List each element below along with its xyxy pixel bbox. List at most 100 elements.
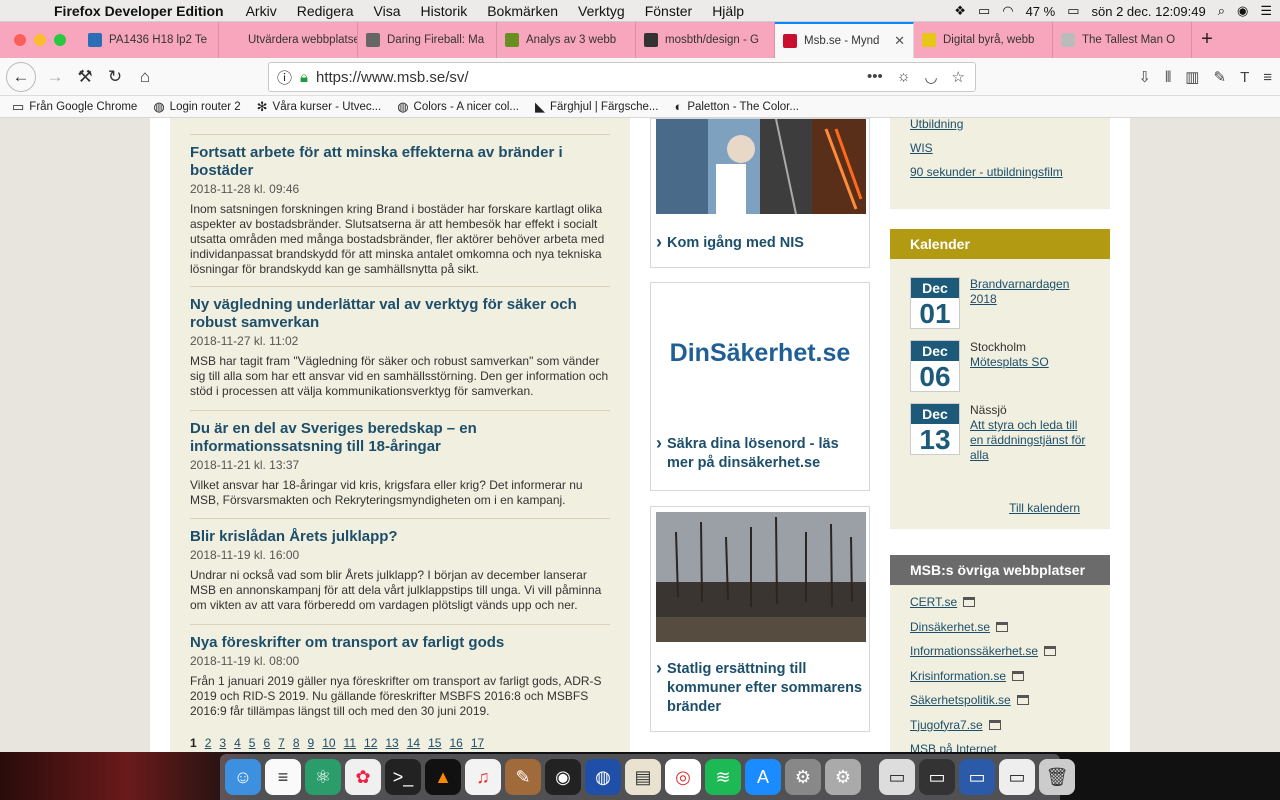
minimize-window-icon[interactable] — [34, 34, 46, 46]
url-bar[interactable]: ⓘ 🔒︎ https://www.msb.se/sv/ ••• ☼ ◡ ☆ — [268, 62, 976, 92]
page-link[interactable]: 6 — [263, 736, 270, 750]
screenshot-icon[interactable]: ✎ — [1213, 68, 1226, 86]
calendar-event-link[interactable]: Mötesplats SO — [970, 355, 1049, 369]
finder-icon[interactable]: ☺ — [225, 759, 261, 795]
window-thumb-4[interactable]: ▭ — [999, 759, 1035, 795]
browser-tab[interactable]: PA1436 H18 lp2 Te — [80, 22, 219, 58]
notes-icon[interactable]: ≡ — [265, 759, 301, 795]
site-link-label[interactable]: MSB på Internet — [910, 742, 997, 752]
external-site-link[interactable]: Krisinformation.se — [910, 669, 1025, 683]
clock[interactable]: sön 2 dec. 12:09:49 — [1092, 4, 1206, 19]
system-preferences-icon[interactable]: ⚙ — [785, 759, 821, 795]
url-text[interactable]: https://www.msb.se/sv/ — [316, 69, 469, 86]
news-title-link[interactable]: Ny vägledning underlättar val av verktyg… — [190, 296, 610, 332]
siri-icon[interactable]: ◉ — [1237, 3, 1248, 19]
app-menu[interactable]: Firefox Developer Edition — [46, 3, 236, 19]
menu-hjalp[interactable]: Hjälp — [702, 3, 754, 19]
browser-tab[interactable]: The Tallest Man O — [1053, 22, 1192, 58]
menu-bokmarken[interactable]: Bokmärken — [477, 3, 568, 19]
lock-icon[interactable]: 🔒︎ — [300, 69, 308, 86]
page-link[interactable]: 13 — [385, 736, 398, 750]
sidebar-icon[interactable]: ▥ — [1185, 68, 1199, 86]
page-link[interactable]: 16 — [449, 736, 462, 750]
bookmark-item[interactable]: ◍ Login router 2 — [153, 99, 240, 115]
training-link-utbildning[interactable]: Utbildning — [910, 118, 963, 131]
external-site-link[interactable]: Informationssäkerhet.se — [910, 644, 1057, 658]
page-link[interactable]: 9 — [308, 736, 315, 750]
close-window-icon[interactable] — [14, 34, 26, 46]
external-site-link[interactable]: MSB på Internet — [910, 742, 997, 752]
page-link[interactable]: 11 — [344, 736, 356, 750]
tab-close-icon[interactable]: ✕ — [890, 33, 905, 49]
bookmark-item[interactable]: ◍ Colors - A nicer col... — [397, 99, 519, 115]
firefox-dev-icon[interactable]: ◍ — [585, 759, 621, 795]
training-link-wis[interactable]: WIS — [910, 140, 933, 155]
site-link-label[interactable]: Informationssäkerhet.se — [910, 644, 1038, 658]
window-thumb-2[interactable]: ▭ — [919, 759, 955, 795]
page-actions-icon[interactable]: ••• — [867, 68, 883, 86]
pocket-icon[interactable]: ◡ — [924, 68, 937, 86]
tips-icon[interactable]: ☼ — [897, 68, 911, 86]
nis-card[interactable]: Kom igång med NIS — [650, 118, 870, 268]
news-title-link[interactable]: Blir krislådan Årets julklapp? — [190, 528, 610, 546]
spotify-icon[interactable]: ≋ — [705, 759, 741, 795]
reader-font-icon[interactable]: T — [1240, 69, 1249, 86]
dinsakerhet-card[interactable]: DinSäkerhet.se Säkra dina lösenord - läs… — [650, 282, 870, 491]
reload-button[interactable]: ↻ — [100, 62, 130, 92]
window-thumb-3[interactable]: ▭ — [959, 759, 995, 795]
airplay-icon[interactable]: ▭ — [978, 3, 990, 19]
bookmark-item[interactable]: ◣ Färghjul | Färgsche... — [535, 99, 658, 115]
browser-tab[interactable]: Daring Fireball: Ma — [358, 22, 497, 58]
forward-button[interactable]: → — [40, 62, 70, 92]
page-link[interactable]: 12 — [364, 736, 377, 750]
external-site-link[interactable]: Säkerhetspolitik.se — [910, 693, 1029, 707]
hamburger-menu-icon[interactable]: ≡ — [1263, 69, 1272, 86]
fire-card[interactable]: Statlig ersättning till kommuner efter s… — [650, 506, 870, 732]
menu-visa[interactable]: Visa — [364, 3, 411, 19]
wifi-icon[interactable]: ◠ — [1002, 3, 1013, 19]
trash-icon[interactable]: 🗑︎ — [1039, 759, 1075, 795]
notification-center-icon[interactable]: ☰ — [1260, 3, 1272, 19]
page-link[interactable]: 2 — [205, 736, 212, 750]
site-link-label[interactable]: Tjugofyra7.se — [910, 718, 983, 732]
dinsakerhet-link[interactable]: Säkra dina lösenord - läs mer på dinsäke… — [651, 434, 869, 473]
site-link-label[interactable]: Krisinformation.se — [910, 669, 1006, 683]
zoom-window-icon[interactable] — [54, 34, 66, 46]
browser-tab[interactable]: Utvärdera webbplatser — [219, 22, 358, 58]
nis-link[interactable]: Kom igång med NIS — [651, 233, 869, 253]
calendar-more-link[interactable]: Till kalendern — [1009, 500, 1080, 515]
menu-historik[interactable]: Historik — [411, 3, 478, 19]
news-title-link[interactable]: Du är en del av Sveriges beredskap – en … — [190, 420, 610, 456]
news-title-link[interactable]: Fortsatt arbete för att minska effektern… — [190, 144, 610, 180]
page-link[interactable]: 1 — [190, 736, 197, 750]
page-link[interactable]: 4 — [234, 736, 241, 750]
menu-fonster[interactable]: Fönster — [635, 3, 702, 19]
vlc-icon[interactable]: ▲ — [425, 759, 461, 795]
bookmark-star-icon[interactable]: ☆ — [952, 68, 965, 86]
page-link[interactable]: 3 — [219, 736, 226, 750]
photos-icon[interactable]: ✿ — [345, 759, 381, 795]
preview-icon[interactable]: ▤ — [625, 759, 661, 795]
external-site-link[interactable]: Tjugofyra7.se — [910, 718, 1001, 732]
home-button[interactable]: ⌂ — [130, 62, 160, 92]
site-link-label[interactable]: Dinsäkerhet.se — [910, 620, 990, 634]
page-link[interactable]: 5 — [249, 736, 256, 750]
browser-tab[interactable]: Msb.se - Mynd ✕ — [775, 22, 914, 58]
window-thumb-1[interactable]: ▭ — [879, 759, 915, 795]
fire-compensation-link[interactable]: Statlig ersättning till kommuner efter s… — [651, 659, 869, 717]
page-link[interactable]: 14 — [407, 736, 420, 750]
battery-icon[interactable]: ▭ — [1067, 3, 1079, 19]
external-site-link[interactable]: Dinsäkerhet.se — [910, 620, 1009, 634]
menu-redigera[interactable]: Redigera — [287, 3, 364, 19]
bookmark-item[interactable]: ▭ Från Google Chrome — [12, 99, 137, 115]
app-store-icon[interactable]: A — [745, 759, 781, 795]
terminal-icon[interactable]: >_ — [385, 759, 421, 795]
training-link-film[interactable]: 90 sekunder - utbildningsfilm — [910, 164, 1063, 179]
bookmark-item[interactable]: ✻ Våra kurser - Utvec... — [257, 99, 382, 115]
browser-tab[interactable]: Analys av 3 webb — [497, 22, 636, 58]
menu-verktyg[interactable]: Verktyg — [568, 3, 635, 19]
page-link[interactable]: 17 — [471, 736, 484, 750]
dropbox-icon[interactable]: ❖ — [954, 3, 966, 19]
paintbrush-icon[interactable]: ✎ — [505, 759, 541, 795]
chrome-icon[interactable]: ◎ — [665, 759, 701, 795]
